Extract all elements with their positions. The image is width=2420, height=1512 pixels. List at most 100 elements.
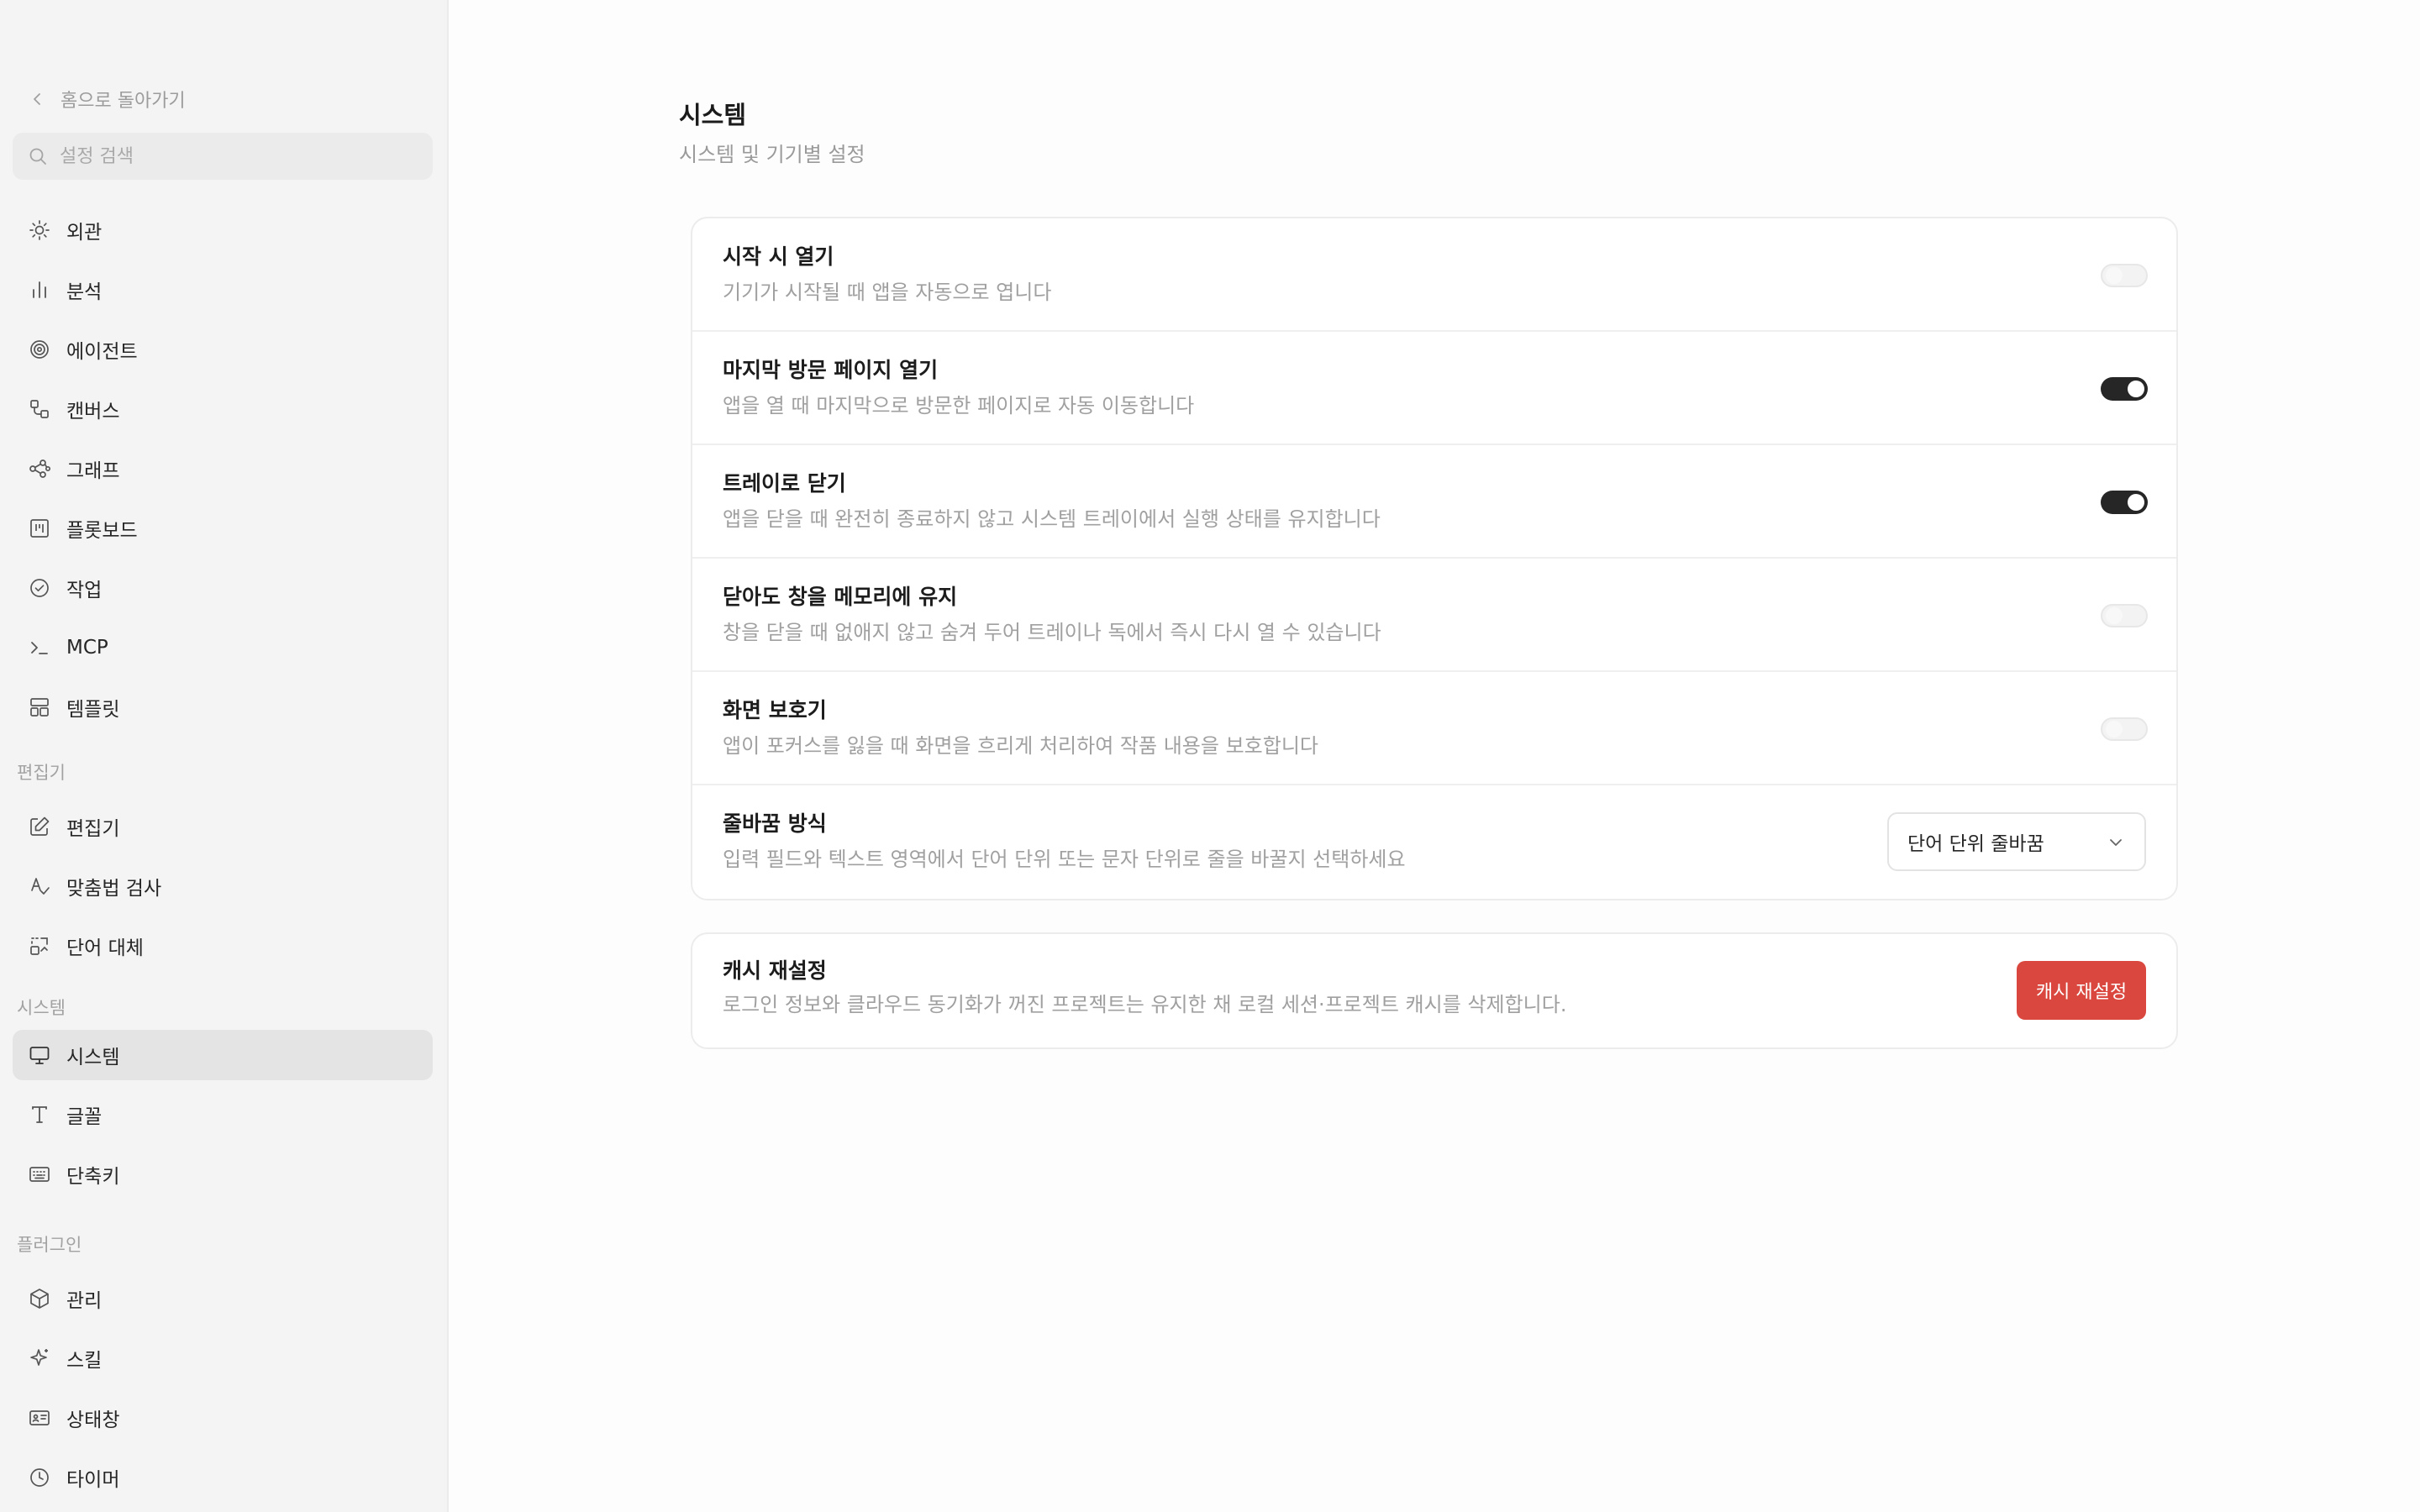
sidebar-item-templates[interactable]: 템플릿: [13, 682, 433, 732]
graph-icon: [29, 459, 51, 478]
group-header-plugins: 플러그인: [17, 1235, 82, 1255]
setting-title: 화면 보호기: [723, 698, 827, 722]
sidebar-item-canvas[interactable]: 캔버스: [13, 384, 433, 434]
cache-reset-button[interactable]: 캐시 재설정: [2017, 961, 2146, 1020]
chevron-left-icon: [34, 93, 40, 105]
sidebar-item-label: 작업: [66, 580, 103, 601]
settings-search[interactable]: [13, 133, 433, 180]
sidebar-item-manage[interactable]: 관리: [13, 1273, 433, 1324]
sidebar-item-fonts[interactable]: 글꼴: [13, 1089, 433, 1140]
sidebar-item-system[interactable]: 시스템: [13, 1030, 433, 1080]
line-wrap-select[interactable]: 단어 단위 줄바꿈: [1887, 812, 2146, 871]
sidebar-item-statusbar[interactable]: 상태창: [13, 1393, 433, 1443]
screen-saver-toggle[interactable]: [2101, 717, 2148, 741]
line-wrap-select-value: 단어 단위 줄바꿈: [1907, 833, 2044, 855]
sidebar-item-label: 타이머: [66, 1469, 120, 1491]
sidebar-item-word-replace[interactable]: 단어 대체: [13, 921, 433, 971]
sparkle-icon: [30, 1349, 48, 1366]
sidebar-item-mcp[interactable]: MCP: [13, 622, 433, 673]
clock-icon: [30, 1468, 49, 1487]
sidebar-item-label: 플롯보드: [66, 520, 138, 542]
sidebar-item-editor[interactable]: 편집기: [13, 801, 433, 852]
sidebar-item-label: 에이전트: [66, 341, 138, 363]
package-icon: [30, 1289, 49, 1309]
chevron-down-icon: [2110, 839, 2122, 846]
sidebar-item-plotboard[interactable]: 플롯보드: [13, 503, 433, 554]
setting-row-screen-saver: 화면 보호기 앱이 포커스를 잃을 때 화면을 흐리게 처리하여 작품 내용을 …: [692, 672, 2176, 785]
sidebar-item-shortcuts[interactable]: 단축키: [13, 1149, 433, 1200]
toggle-knob: [2106, 607, 2123, 624]
sidebar-item-label: 분석: [66, 281, 103, 303]
sidebar-item-label: 캔버스: [66, 401, 120, 423]
sidebar-item-label: 템플릿: [66, 699, 120, 721]
sidebar-item-tasks[interactable]: 작업: [13, 563, 433, 613]
edit-icon: [30, 816, 50, 836]
setting-row-close-to-tray: 트레이로 닫기 앱을 닫을 때 완전히 종료하지 않고 시스템 트레이에서 실행…: [692, 445, 2176, 559]
open-last-page-toggle[interactable]: [2101, 377, 2148, 401]
sidebar-item-agent[interactable]: 에이전트: [13, 324, 433, 375]
sidebar-item-label: 글꼴: [66, 1106, 103, 1128]
search-icon: [29, 148, 46, 165]
spellcheck-icon: [31, 878, 50, 895]
setting-description: 앱을 닫을 때 완전히 종료하지 않고 시스템 트레이에서 실행 상태를 유지합…: [723, 507, 1381, 531]
sidebar-item-skills[interactable]: 스킬: [13, 1333, 433, 1383]
page-subtitle: 시스템 및 기기별 설정: [679, 143, 865, 166]
monitor-icon: [29, 1047, 50, 1064]
sidebar-item-label: 관리: [66, 1290, 103, 1312]
setting-row-cache-reset: 캐시 재설정 로그인 정보와 클라우드 동기화가 꺼진 프로젝트는 유지한 채 …: [692, 934, 2176, 1047]
toggle-knob: [2128, 494, 2144, 511]
sidebar-item-label: 그래프: [66, 460, 120, 482]
sun-icon: [29, 220, 50, 240]
setting-description: 로그인 정보와 클라우드 동기화가 꺼진 프로젝트는 유지한 채 로컬 세션·프…: [723, 993, 1567, 1016]
setting-description: 창을 닫을 때 없애지 않고 숨겨 두어 트레이나 독에서 즉시 다시 열 수 …: [723, 621, 1381, 644]
open-on-startup-toggle[interactable]: [2101, 264, 2148, 287]
setting-description: 기기가 시작될 때 앱을 자동으로 엽니다: [723, 281, 1052, 304]
setting-row-open-on-startup: 시작 시 열기 기기가 시작될 때 앱을 자동으로 엽니다: [692, 218, 2176, 332]
setting-title: 시작 시 열기: [723, 244, 834, 269]
canvas-icon: [30, 400, 49, 418]
setting-row-line-wrap: 줄바꿈 방식 입력 필드와 텍스트 영역에서 단어 단위 또는 문자 단위로 줄…: [692, 785, 2176, 899]
id-card-icon: [29, 1410, 50, 1425]
setting-title: 마지막 방문 페이지 열기: [723, 358, 939, 382]
back-to-home-link[interactable]: 홈으로 돌아가기: [29, 82, 186, 116]
sidebar-item-label: 외관: [66, 222, 103, 244]
kanban-icon: [30, 519, 49, 538]
toggle-knob: [2106, 721, 2123, 738]
sidebar-item-appearance[interactable]: 외관: [13, 205, 433, 255]
close-to-tray-toggle[interactable]: [2101, 491, 2148, 514]
setting-description: 앱이 포커스를 잃을 때 화면을 흐리게 처리하여 작품 내용을 보호합니다: [723, 734, 1318, 758]
page-title: 시스템: [679, 101, 747, 129]
sidebar-item-timer[interactable]: 타이머: [13, 1452, 433, 1503]
sidebar-item-label: 시스템: [66, 1047, 120, 1068]
sidebar-item-graph[interactable]: 그래프: [13, 444, 433, 494]
setting-title: 줄바꿈 방식: [723, 811, 827, 836]
cache-reset-card: 캐시 재설정 로그인 정보와 클라우드 동기화가 꺼진 프로젝트는 유지한 채 …: [691, 932, 2178, 1049]
keep-window-in-memory-toggle[interactable]: [2101, 604, 2148, 627]
sidebar: 홈으로 돌아가기 외관 분석 에이전트 캔버스 그래프 플롯보드 작업 MCP …: [0, 0, 449, 1512]
sidebar-item-label: MCP: [66, 637, 108, 659]
terminal-icon: [31, 642, 48, 654]
layout-template-icon: [30, 698, 49, 717]
bar-chart-icon: [33, 281, 46, 298]
sidebar-item-label: 스킬: [66, 1350, 103, 1372]
spiral-icon: [30, 340, 49, 359]
group-header-system: 시스템: [17, 998, 66, 1018]
sidebar-item-label: 편집기: [66, 818, 120, 840]
type-icon: [32, 1106, 47, 1123]
setting-title: 캐시 재설정: [723, 958, 827, 983]
sidebar-item-analytics[interactable]: 분석: [13, 265, 433, 315]
setting-description: 앱을 열 때 마지막으로 방문한 페이지로 자동 이동합니다: [723, 394, 1195, 417]
toggle-knob: [2106, 267, 2123, 284]
sidebar-item-label: 맞춤법 검사: [66, 878, 162, 900]
setting-title: 닫아도 창을 메모리에 유지: [723, 585, 958, 609]
sidebar-item-spellcheck[interactable]: 맞춤법 검사: [13, 861, 433, 911]
group-header-editor: 편집기: [17, 763, 66, 783]
system-settings-card: 시작 시 열기 기기가 시작될 때 앱을 자동으로 엽니다 마지막 방문 페이지…: [691, 217, 2178, 900]
search-input[interactable]: [58, 144, 397, 168]
keyboard-icon: [29, 1167, 50, 1182]
setting-title: 트레이로 닫기: [723, 471, 846, 496]
check-circle-icon: [30, 579, 49, 597]
settings-main: 시스템 시스템 및 기기별 설정 시작 시 열기 기기가 시작될 때 앱을 자동…: [449, 0, 2420, 1512]
back-label: 홈으로 돌아가기: [60, 91, 186, 112]
sidebar-item-label: 단어 대체: [66, 937, 144, 959]
